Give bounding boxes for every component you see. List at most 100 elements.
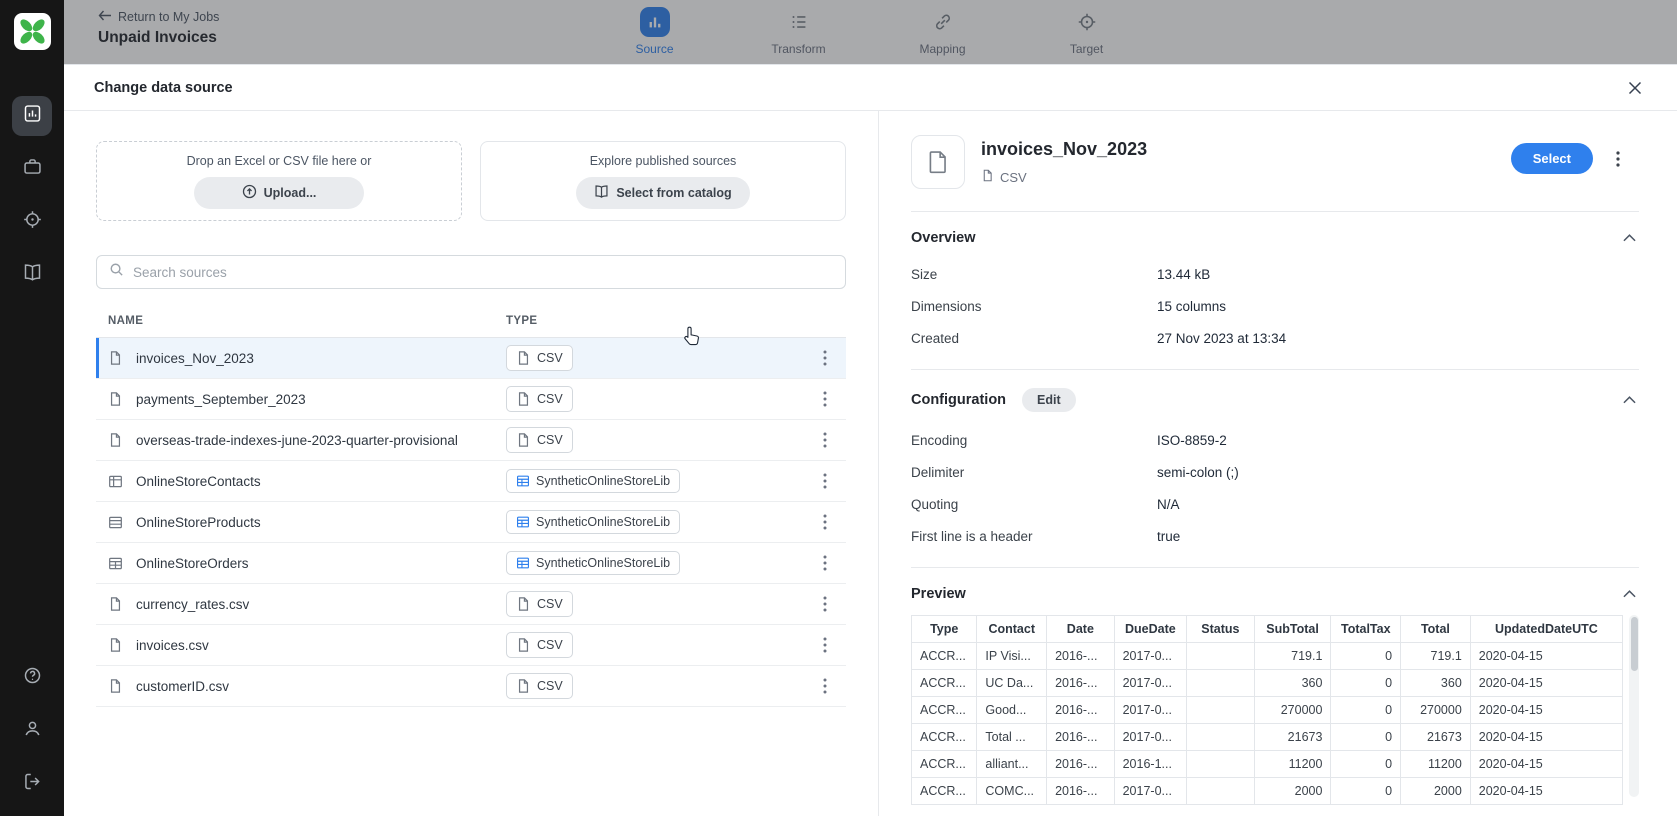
source-row[interactable]: customerID.csv CSV [96, 666, 846, 707]
source-row[interactable]: OnlineStoreOrders SyntheticOnlineStoreLi… [96, 543, 846, 584]
preview-cell: 2016-... [1047, 724, 1115, 751]
details-kebab-icon[interactable] [1605, 146, 1631, 172]
preview-scrollbar[interactable] [1629, 615, 1639, 797]
dropzone-text: Drop an Excel or CSV file here or [187, 154, 372, 168]
collapse-configuration-icon[interactable] [1620, 393, 1639, 407]
preview-cell: 2020-04-15 [1470, 643, 1622, 670]
row-kebab-icon[interactable] [812, 632, 838, 658]
source-details-panel: invoices_Nov_2023 CSV Select [879, 111, 1677, 816]
row-kebab-icon[interactable] [812, 345, 838, 371]
select-button[interactable]: Select [1511, 143, 1593, 174]
preview-cell [1187, 724, 1255, 751]
source-row[interactable]: overseas-trade-indexes-june-2023-quarter… [96, 420, 846, 461]
source-step-icon [640, 7, 670, 37]
file-icon [516, 350, 531, 366]
preview-cell [1187, 643, 1255, 670]
file-dropzone[interactable]: Drop an Excel or CSV file here or Upload… [96, 141, 462, 221]
step-transform[interactable]: Transform [766, 7, 832, 56]
badge-label: SyntheticOnlineStoreLib [536, 474, 670, 488]
badge-label: CSV [537, 433, 563, 447]
sidebar-item-deployments[interactable] [12, 202, 52, 242]
source-row[interactable]: OnlineStoreProducts SyntheticOnlineStore… [96, 502, 846, 543]
type-badge: SyntheticOnlineStoreLib [506, 469, 680, 493]
detail-row: Delimiter semi-colon (;) [911, 457, 1639, 489]
detail-value: N/A [1157, 497, 1180, 513]
file-icon [108, 391, 126, 407]
file-icon [108, 596, 126, 612]
step-mapping[interactable]: Mapping [910, 7, 976, 56]
step-target[interactable]: Target [1054, 7, 1120, 56]
sidebar-item-projects[interactable] [12, 149, 52, 189]
configuration-section: Configuration Edit Encoding ISO-8859-2 D… [911, 369, 1639, 567]
row-kebab-icon[interactable] [812, 550, 838, 576]
preview-row: ACCR...UC Da...2016-...2017-0...36003602… [912, 670, 1623, 697]
source-row[interactable]: currency_rates.csv CSV [96, 584, 846, 625]
preview-cell: 0 [1331, 643, 1401, 670]
row-kebab-icon[interactable] [812, 591, 838, 617]
row-kebab-icon[interactable] [812, 673, 838, 699]
sidebar-item-logout[interactable] [12, 764, 52, 804]
upload-button[interactable]: Upload... [194, 177, 364, 209]
job-header: Return to My Jobs Unpaid Invoices Source… [64, 0, 1677, 64]
preview-cell: 270000 [1254, 697, 1331, 724]
preview-cell: ACCR... [912, 751, 977, 778]
close-icon[interactable] [1623, 76, 1647, 100]
source-name: currency_rates.csv [136, 597, 506, 612]
modal-title: Change data source [94, 80, 233, 96]
detail-label: Quoting [911, 497, 1157, 513]
source-row[interactable]: invoices.csv CSV [96, 625, 846, 666]
sidebar-item-help[interactable] [12, 658, 52, 698]
step-label: Transform [771, 42, 825, 56]
preview-cell: 21673 [1401, 724, 1471, 751]
row-kebab-icon[interactable] [812, 386, 838, 412]
collapse-overview-icon[interactable] [1620, 231, 1639, 245]
file-icon [516, 637, 531, 653]
select-from-catalog-button[interactable]: Select from catalog [576, 177, 749, 209]
help-icon [22, 665, 43, 691]
source-name: OnlineStoreProducts [136, 515, 506, 530]
pipeline-steps: Source Transform Mapping Target [622, 7, 1120, 56]
step-source[interactable]: Source [622, 7, 688, 56]
preview-row: ACCR...Total ...2016-...2017-0...2167302… [912, 724, 1623, 751]
row-kebab-icon[interactable] [812, 468, 838, 494]
sidebar-item-jobs[interactable] [12, 96, 52, 136]
preview-header: Preview [911, 586, 1639, 602]
row-kebab-icon[interactable] [812, 427, 838, 453]
configuration-heading: Configuration [911, 392, 1006, 408]
change-data-source-modal: Change data source Drop an Excel or CSV … [64, 64, 1677, 816]
target-icon [22, 209, 43, 235]
collapse-preview-icon[interactable] [1620, 587, 1639, 601]
type-badge: CSV [506, 673, 573, 699]
preview-cell: 360 [1401, 670, 1471, 697]
preview-cell: 2016-... [1047, 670, 1115, 697]
detail-value: 13.44 kB [1157, 267, 1210, 283]
preview-row: ACCR...alliant...2016-...2016-1...112000… [912, 751, 1623, 778]
row-kebab-icon[interactable] [812, 509, 838, 535]
sidebar-item-catalog[interactable] [12, 255, 52, 295]
return-to-jobs-link[interactable]: Return to My Jobs [98, 10, 219, 24]
source-name: customerID.csv [136, 679, 506, 694]
source-row[interactable]: payments_September_2023 CSV [96, 379, 846, 420]
sidebar-item-user[interactable] [12, 711, 52, 751]
search-sources [96, 255, 846, 289]
preview-cell: 21673 [1254, 724, 1331, 751]
modal-header: Change data source [64, 65, 1677, 111]
badge-label: SyntheticOnlineStoreLib [536, 556, 670, 570]
source-name: invoices_Nov_2023 [136, 351, 506, 366]
preview-cell: 719.1 [1254, 643, 1331, 670]
preview-scrollbar-thumb[interactable] [1631, 617, 1638, 671]
file-icon [108, 678, 126, 694]
preview-cell: 2020-04-15 [1470, 697, 1622, 724]
sidebar-nav [12, 96, 52, 295]
preview-cell: ACCR... [912, 724, 977, 751]
edit-button[interactable]: Edit [1022, 388, 1076, 412]
step-label: Source [635, 42, 673, 56]
preview-cell: 2017-0... [1114, 778, 1187, 805]
detail-header: invoices_Nov_2023 CSV Select [911, 135, 1639, 189]
preview-cell: 2016-1... [1114, 751, 1187, 778]
app-logo[interactable] [14, 13, 51, 50]
preview-cell: Total ... [977, 724, 1047, 751]
source-row[interactable]: OnlineStoreContacts SyntheticOnlineStore… [96, 461, 846, 502]
search-input[interactable] [133, 265, 833, 280]
source-row[interactable]: invoices_Nov_2023 CSV [96, 338, 846, 379]
